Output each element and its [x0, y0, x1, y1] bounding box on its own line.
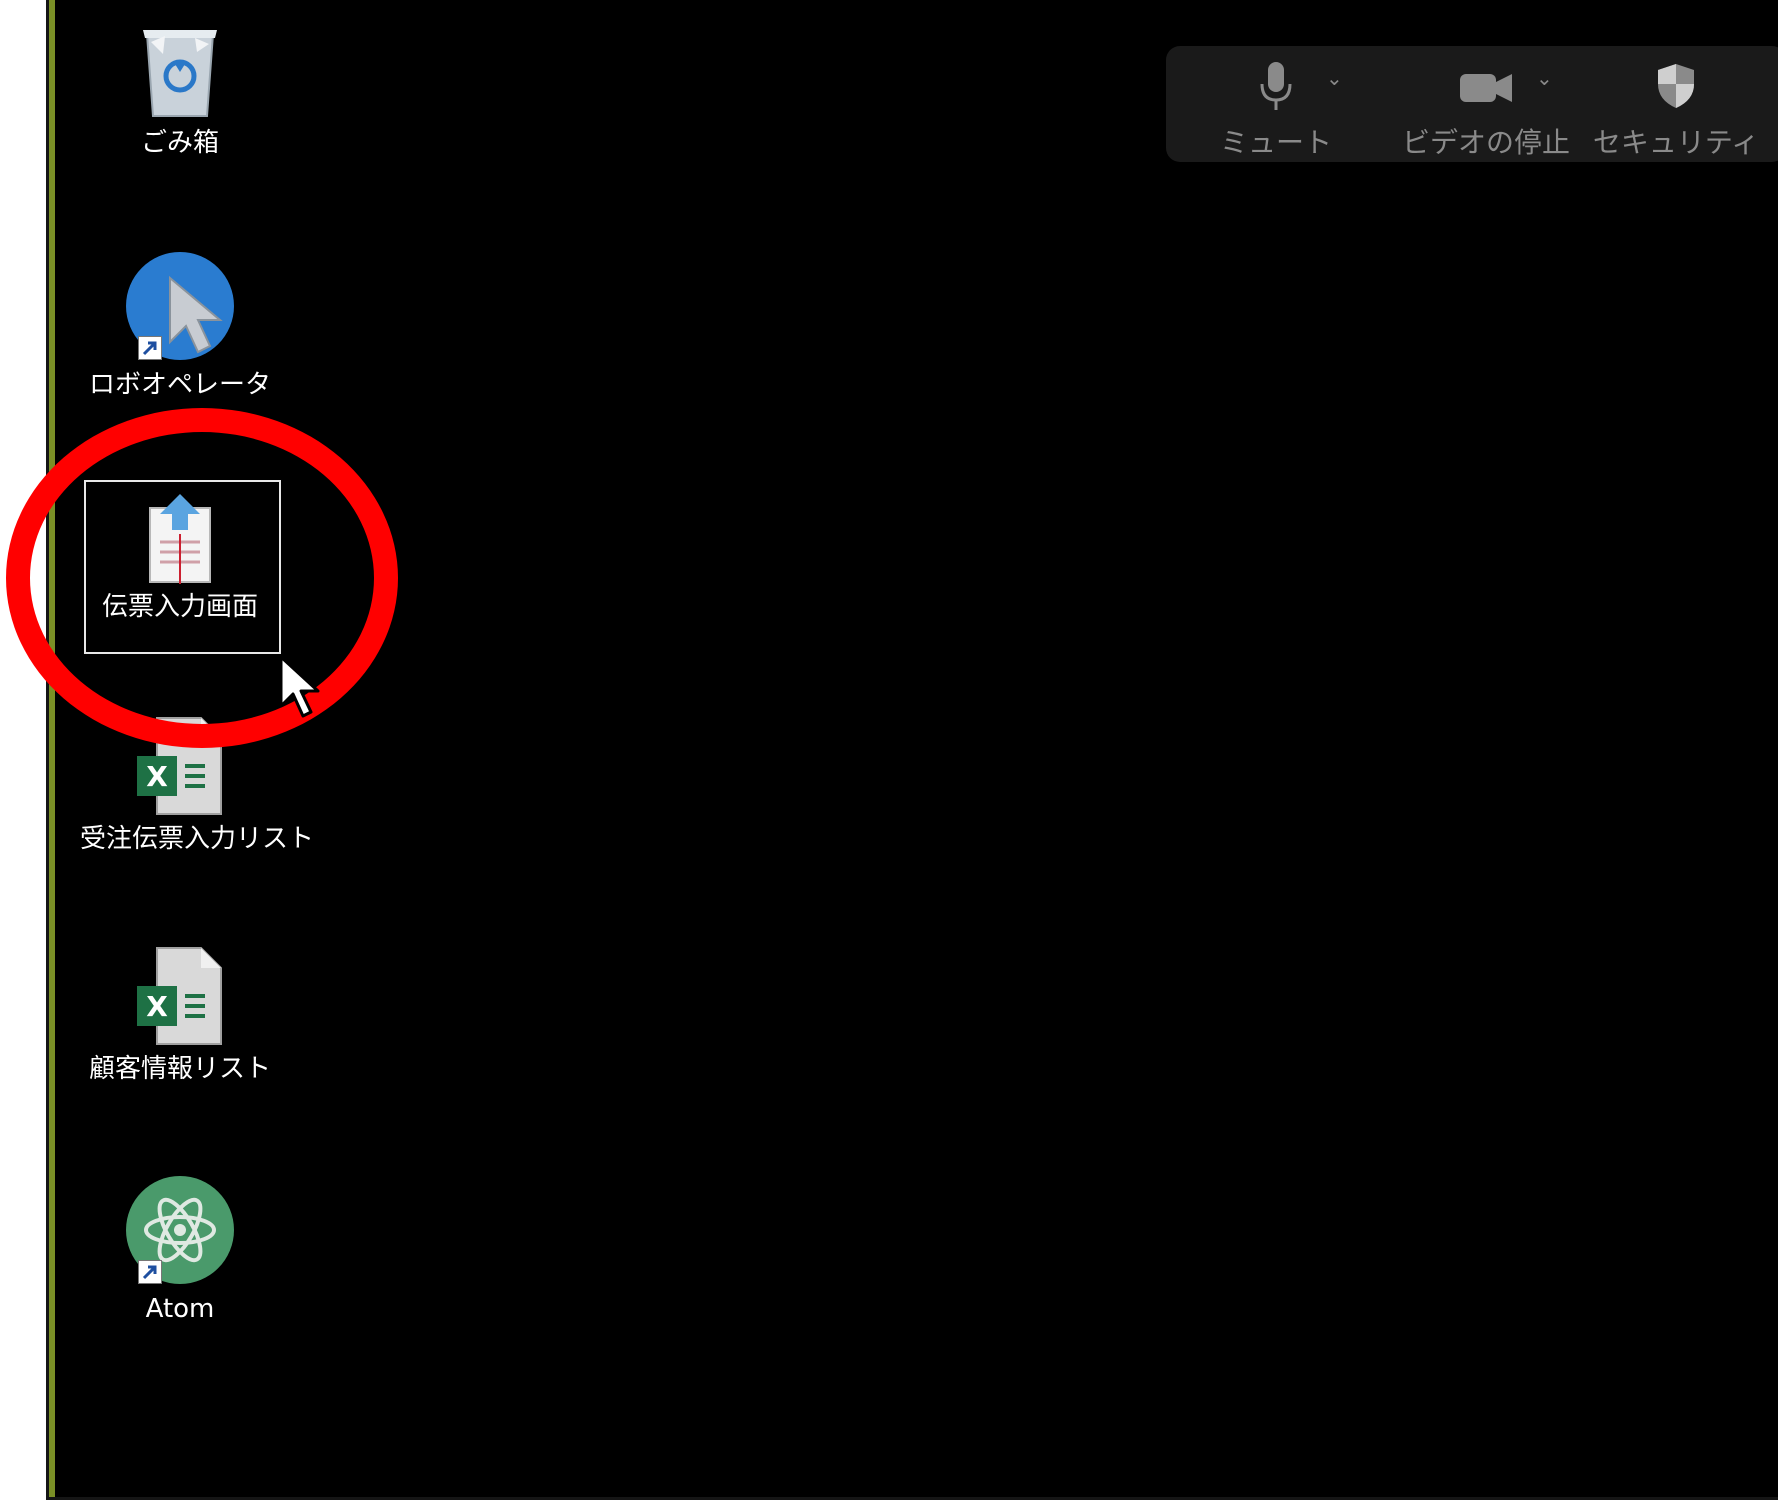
icon-label: 顧客情報リスト	[88, 1054, 271, 1084]
video-camera-icon	[1460, 74, 1512, 102]
excel-file-icon: X	[135, 716, 225, 816]
document-upload-icon	[142, 494, 218, 584]
screen-share-border	[49, 0, 1778, 1497]
mouse-cursor-icon	[278, 654, 324, 724]
desktop-icon-slip-input[interactable]: 伝票入力画面	[80, 494, 280, 624]
svg-text:X: X	[146, 990, 168, 1023]
icon-label: 受注伝票入力リスト	[80, 824, 315, 854]
icon-label: 伝票入力画面	[101, 592, 258, 622]
svg-text:X: X	[146, 760, 168, 793]
recycle-bin-icon	[135, 24, 225, 120]
security-button[interactable]: セキュリティ	[1586, 60, 1766, 160]
mute-options-chevron-icon[interactable]: ⌄	[1326, 66, 1343, 90]
meeting-toolbar: ミュート ⌄ ビデオの停止 ⌄ セキュリティ	[1166, 46, 1778, 162]
mute-label: ミュート	[1219, 126, 1332, 159]
desktop-icon-atom[interactable]: Atom	[80, 1174, 280, 1326]
icon-label: ロボオペレータ	[88, 370, 271, 400]
microphone-icon	[1260, 62, 1292, 110]
security-label: セキュリティ	[1592, 126, 1760, 159]
desktop-icon-customer-list[interactable]: X 顧客情報リスト	[80, 946, 280, 1086]
shield-icon	[1658, 64, 1694, 108]
shortcut-arrow-icon	[138, 336, 162, 360]
video-options-chevron-icon[interactable]: ⌄	[1536, 66, 1553, 90]
desktop-icon-robo-operator[interactable]: ロボオペレータ	[80, 250, 280, 402]
mute-button[interactable]: ミュート	[1216, 60, 1336, 160]
stop-video-label: ビデオの停止	[1401, 126, 1570, 159]
desktop-window	[46, 0, 1778, 1500]
icon-label: ごみ箱	[140, 128, 219, 158]
desktop-icon-recycle-bin[interactable]: ごみ箱	[80, 24, 280, 160]
stop-video-button[interactable]: ビデオの停止	[1386, 60, 1586, 160]
shortcut-arrow-icon	[138, 1260, 162, 1284]
desktop-icon-order-slip-list[interactable]: X 受注伝票入力リスト	[80, 716, 315, 856]
icon-label: Atom	[145, 1294, 215, 1324]
excel-file-icon: X	[135, 946, 225, 1046]
atom-icon	[124, 1174, 236, 1286]
robo-operator-icon	[124, 250, 236, 362]
